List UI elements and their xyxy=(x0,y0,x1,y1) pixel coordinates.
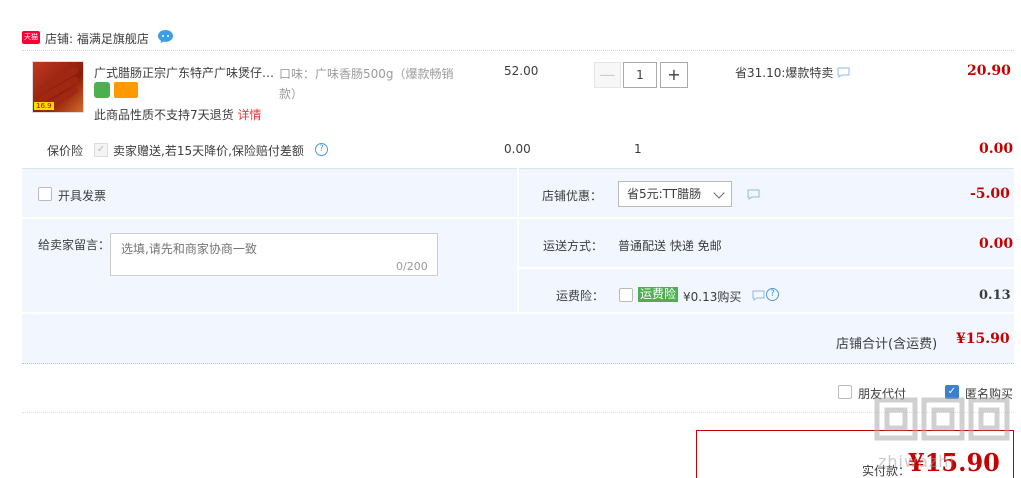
invoice-label[interactable]: 开具发票 xyxy=(58,187,106,204)
shipping-label: 运送方式： xyxy=(543,239,604,253)
insurance-qty: 1 xyxy=(634,142,642,156)
thumb-price-tag: 16.9 xyxy=(34,102,54,110)
watermark-text: zhiwazhi xyxy=(878,452,955,471)
item-subtotal: 20.90 xyxy=(967,63,1011,79)
insurance-label: 保价险 xyxy=(47,144,84,158)
comment-icon[interactable] xyxy=(752,290,765,301)
shop-name[interactable]: 店铺: 福满足旗舰店 xyxy=(45,30,149,47)
return-policy: 此商品性质不支持7天退货 详情 xyxy=(94,106,261,123)
insurance-price: 0.00 xyxy=(504,142,531,156)
friend-pay-checkbox[interactable] xyxy=(838,385,852,399)
item-discount: 省31.10:爆款特卖 xyxy=(735,66,834,80)
message-label: 给卖家留言： xyxy=(38,238,111,252)
panel-divider xyxy=(22,312,1014,314)
shop-discount-selected: 省5元:TT腊肠 xyxy=(627,187,702,201)
freight-insurance-checkbox[interactable] xyxy=(619,288,633,302)
shipping-price: 0.00 xyxy=(979,236,1014,252)
shop-total-value: ¥15.90 xyxy=(956,331,1010,347)
divider xyxy=(22,50,1014,51)
return-policy-text: 此商品性质不支持7天退货 xyxy=(94,108,234,122)
chevron-down-icon xyxy=(713,187,725,199)
unit-price: 52.00 xyxy=(504,64,539,78)
quantity-increase-button[interactable]: + xyxy=(660,62,688,88)
panel-divider xyxy=(22,217,517,219)
freight-insurance-amount: 0.13 xyxy=(979,288,1011,303)
tmall-logo: 天猫 xyxy=(22,31,40,44)
panel-divider xyxy=(519,267,1014,269)
message-char-count: 0/200 xyxy=(396,260,428,273)
product-thumbnail[interactable]: 16.9 xyxy=(32,61,84,113)
quantity-decrease-button[interactable]: — xyxy=(594,62,621,88)
comment-icon[interactable] xyxy=(747,189,760,200)
comment-icon[interactable] xyxy=(837,67,850,78)
shop-discount-label: 店铺优惠： xyxy=(542,189,603,203)
shipping-method: 普通配送 快递 免邮 xyxy=(618,239,722,253)
sku-spec: 口味：广味香肠500g（爆款畅销款） xyxy=(279,67,454,101)
service-badge-icon[interactable] xyxy=(94,82,110,98)
insurance-subtotal: 0.00 xyxy=(979,141,1014,157)
seller-message-input[interactable] xyxy=(110,233,438,276)
panel-divider xyxy=(519,217,1014,219)
freight-insurance-label: 运费险： xyxy=(556,289,605,303)
chat-icon[interactable] xyxy=(157,29,174,44)
shop-total-label: 店铺合计(含运费) xyxy=(836,337,938,352)
shop-discount-value: -5.00 xyxy=(970,186,1010,202)
panel-divider xyxy=(517,168,519,313)
divider xyxy=(22,412,1014,413)
product-title-link[interactable]: 广式腊肠正宗广东特产广味煲仔… xyxy=(94,64,276,81)
policy-details-link[interactable]: 详情 xyxy=(237,108,261,122)
card-badge-icon[interactable] xyxy=(114,82,138,98)
shop-discount-select[interactable]: 省5元:TT腊肠 xyxy=(618,181,732,207)
help-icon[interactable]: ? xyxy=(315,143,328,156)
freight-insurance-tag: 运费险 xyxy=(638,287,679,302)
help-icon[interactable]: ? xyxy=(766,288,779,301)
insurance-text: 卖家赠送,若15天降价,保险赔付差额 xyxy=(113,144,304,158)
freight-insurance-price-text: ¥0.13购买 xyxy=(683,290,742,304)
quantity-input[interactable]: 1 xyxy=(623,62,657,88)
insurance-checkbox: ✓ xyxy=(94,143,108,157)
invoice-checkbox[interactable] xyxy=(38,187,52,201)
